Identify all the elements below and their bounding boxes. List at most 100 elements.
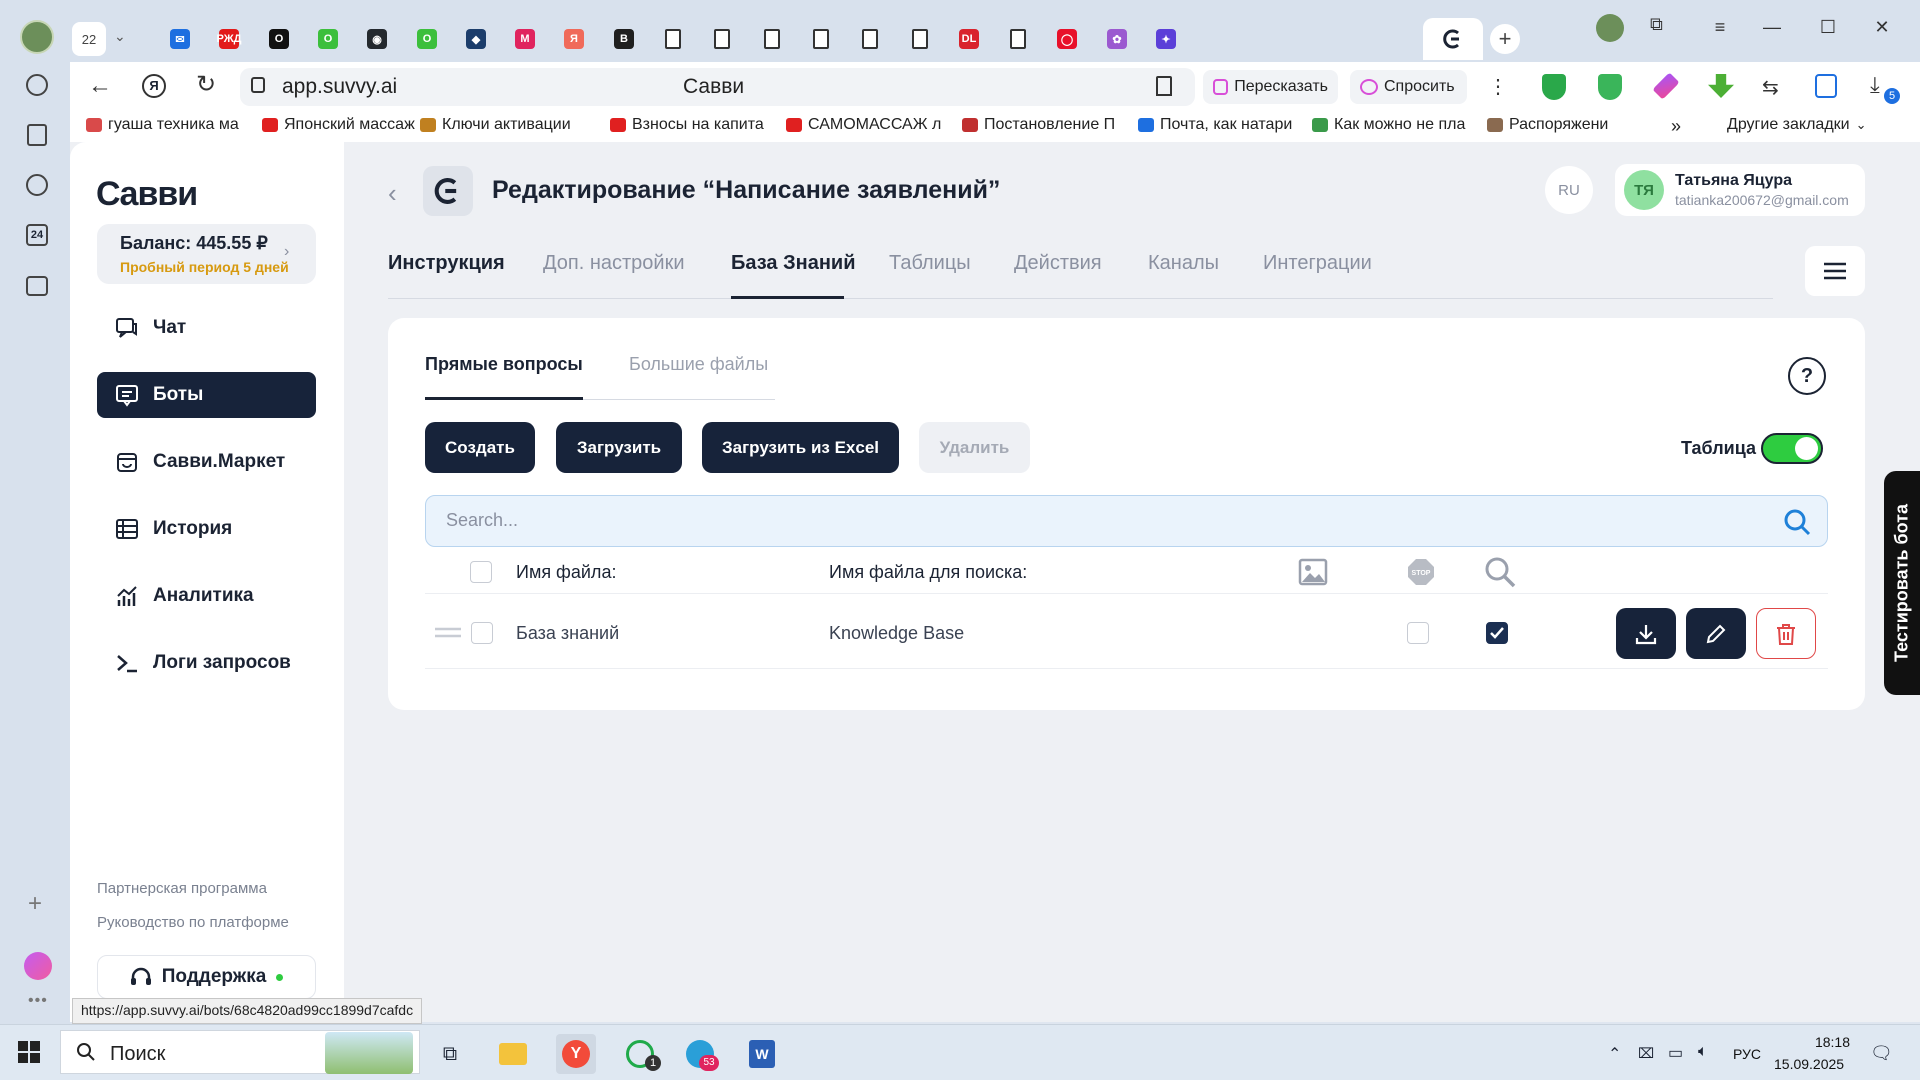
tab-direct-questions[interactable]: Прямые вопросы <box>425 354 583 375</box>
tab-doc2[interactable] <box>705 22 739 56</box>
table-view-toggle[interactable] <box>1761 433 1823 464</box>
tab-star[interactable]: ✦ <box>1149 22 1183 56</box>
tab-rzd[interactable]: РЖД <box>212 22 246 56</box>
tab-opera[interactable]: ◯ <box>1050 22 1084 56</box>
add-panel-icon[interactable]: + <box>28 890 42 918</box>
tab-doc7[interactable] <box>1001 22 1035 56</box>
bookmark-item[interactable]: Распоряжени <box>1487 116 1632 134</box>
tab-o-green2[interactable]: O <box>410 22 444 56</box>
tab-game[interactable]: ◆ <box>459 22 493 56</box>
minimize-button[interactable]: — <box>1752 12 1792 42</box>
translate-extension-icon[interactable]: ⇆ <box>1762 75 1779 100</box>
tray-display-icon[interactable]: ▭ <box>1668 1043 1683 1063</box>
other-bookmarks[interactable]: Другие закладки ⌄ <box>1727 116 1867 134</box>
notes-icon[interactable] <box>27 124 47 146</box>
maximize-button[interactable]: ☐ <box>1808 12 1848 42</box>
suvvy-logo[interactable]: Cавви <box>96 175 198 214</box>
tray-network-icon[interactable]: ⌧ <box>1638 1045 1654 1062</box>
reload-icon[interactable]: ↻ <box>196 70 216 99</box>
bookmark-manager-icon[interactable]: ⧉ <box>1650 14 1663 35</box>
sidebar-item-logs[interactable]: Логи запросов <box>97 640 316 686</box>
upload-excel-button[interactable]: Загрузить из Excel <box>702 422 899 473</box>
downloads-icon[interactable]: ⤓ <box>1870 72 1880 98</box>
yandex-icon[interactable]: Я <box>142 74 166 98</box>
row-stop-checkbox[interactable] <box>1407 622 1429 644</box>
help-button[interactable]: ? <box>1788 357 1826 395</box>
tray-chevron-up-icon[interactable]: ⌃ <box>1608 1044 1621 1064</box>
language-switch[interactable]: RU <box>1545 166 1593 214</box>
hamburger-menu-button[interactable] <box>1805 246 1865 296</box>
tab-o-green[interactable]: O <box>311 22 345 56</box>
collections-icon[interactable] <box>1596 14 1624 42</box>
tab-github[interactable]: ◉ <box>360 22 394 56</box>
adblock-shield-icon[interactable] <box>1542 74 1566 100</box>
sidebar-item-bots[interactable]: Боты <box>97 372 316 418</box>
url-text[interactable]: app.suvvy.ai <box>282 75 397 99</box>
sidebar-item-chat[interactable]: Чат <box>97 305 316 351</box>
sidebar-item-market[interactable]: Савви.Маркет <box>97 439 316 485</box>
tab-doc3[interactable] <box>755 22 789 56</box>
create-button[interactable]: Создать <box>425 422 535 473</box>
drag-handle-icon[interactable] <box>434 626 462 640</box>
active-tab-suvvy[interactable] <box>1423 18 1483 60</box>
tab-actions[interactable]: Действия <box>1014 252 1102 275</box>
tab-o-dark[interactable]: O <box>262 22 296 56</box>
bookmark-item[interactable]: Почта, как натари <box>1138 116 1306 134</box>
bookmark-item[interactable]: Постановление П <box>962 116 1130 134</box>
tab-dl[interactable]: DL <box>952 22 986 56</box>
tab-doc5[interactable] <box>853 22 887 56</box>
bookmark-item[interactable]: Как можно не пла <box>1312 116 1480 134</box>
select-all-checkbox[interactable] <box>470 561 492 583</box>
input-language-indicator[interactable]: РУС <box>1733 1046 1761 1062</box>
tab-large-files[interactable]: Большие файлы <box>629 354 768 375</box>
windows-start-icon[interactable] <box>18 1041 40 1063</box>
bookmark-item[interactable]: Взносы на капита <box>610 116 778 134</box>
tabs-dropdown-icon[interactable]: ⌄ <box>114 28 126 45</box>
search-input[interactable] <box>446 510 1746 531</box>
word-icon[interactable]: W <box>742 1034 782 1074</box>
tab-integrations[interactable]: Интеграции <box>1263 252 1372 275</box>
screenshot-icon[interactable] <box>26 276 48 296</box>
bookmark-item[interactable]: Японский массаж <box>262 116 430 134</box>
bookmark-item[interactable]: САМОМАССАЖ л <box>786 116 954 134</box>
sidebar-item-history[interactable]: История <box>97 506 316 552</box>
task-view-icon[interactable]: ⧉ <box>430 1034 470 1074</box>
delete-button[interactable]: Удалить <box>919 422 1030 473</box>
file-explorer-icon[interactable] <box>493 1034 533 1074</box>
row-edit-button[interactable] <box>1686 608 1746 659</box>
tab-b-tab[interactable]: B <box>607 22 641 56</box>
row-select-checkbox[interactable] <box>471 622 493 644</box>
row-delete-button[interactable] <box>1756 608 1816 659</box>
history-icon[interactable] <box>26 74 48 96</box>
tab-doc6[interactable] <box>903 22 937 56</box>
upload-button[interactable]: Загрузить <box>556 422 682 473</box>
tab-doc1[interactable] <box>656 22 690 56</box>
alice-assistant-icon[interactable] <box>24 952 52 980</box>
platform-guide-link[interactable]: Руководство по платформе <box>97 914 289 931</box>
search-icon[interactable] <box>1783 508 1811 536</box>
bookmark-item[interactable]: гуаша техника ма <box>86 116 254 134</box>
back-button[interactable]: ‹ <box>388 178 397 209</box>
clock-time[interactable]: 18:18 <box>1790 1034 1850 1050</box>
support-button[interactable]: Поддержка <box>97 955 316 999</box>
tab-instruction[interactable]: Инструкция <box>388 252 505 275</box>
tab-yandex-tab[interactable]: Я <box>557 22 591 56</box>
new-tab-button[interactable]: + <box>1490 24 1520 54</box>
row-search-checkbox[interactable] <box>1486 622 1508 644</box>
more-options-icon[interactable]: ⋮ <box>1488 74 1508 99</box>
tab-extra-settings[interactable]: Доп. настройки <box>543 252 685 275</box>
protect-shield-icon[interactable] <box>1598 74 1622 100</box>
tray-volume-icon[interactable]: 🔈︎ <box>1698 1043 1708 1061</box>
partner-program-link[interactable]: Партнерская программа <box>97 880 267 897</box>
media-play-icon[interactable] <box>26 174 48 196</box>
ask-button[interactable]: Спросить <box>1350 70 1467 104</box>
tab-m-red[interactable]: M <box>508 22 542 56</box>
profile-avatar[interactable] <box>20 20 54 54</box>
tab-knowledge-base[interactable]: База Знаний <box>731 252 856 275</box>
sidebar-item-analytics[interactable]: Аналитика <box>97 573 316 619</box>
calendar-24-icon[interactable]: 24 <box>26 224 48 246</box>
row-download-button[interactable] <box>1616 608 1676 659</box>
back-icon[interactable]: ← <box>88 72 112 100</box>
clock-date[interactable]: 15.09.2025 <box>1774 1056 1844 1072</box>
bookmark-add-icon[interactable] <box>1156 76 1172 96</box>
